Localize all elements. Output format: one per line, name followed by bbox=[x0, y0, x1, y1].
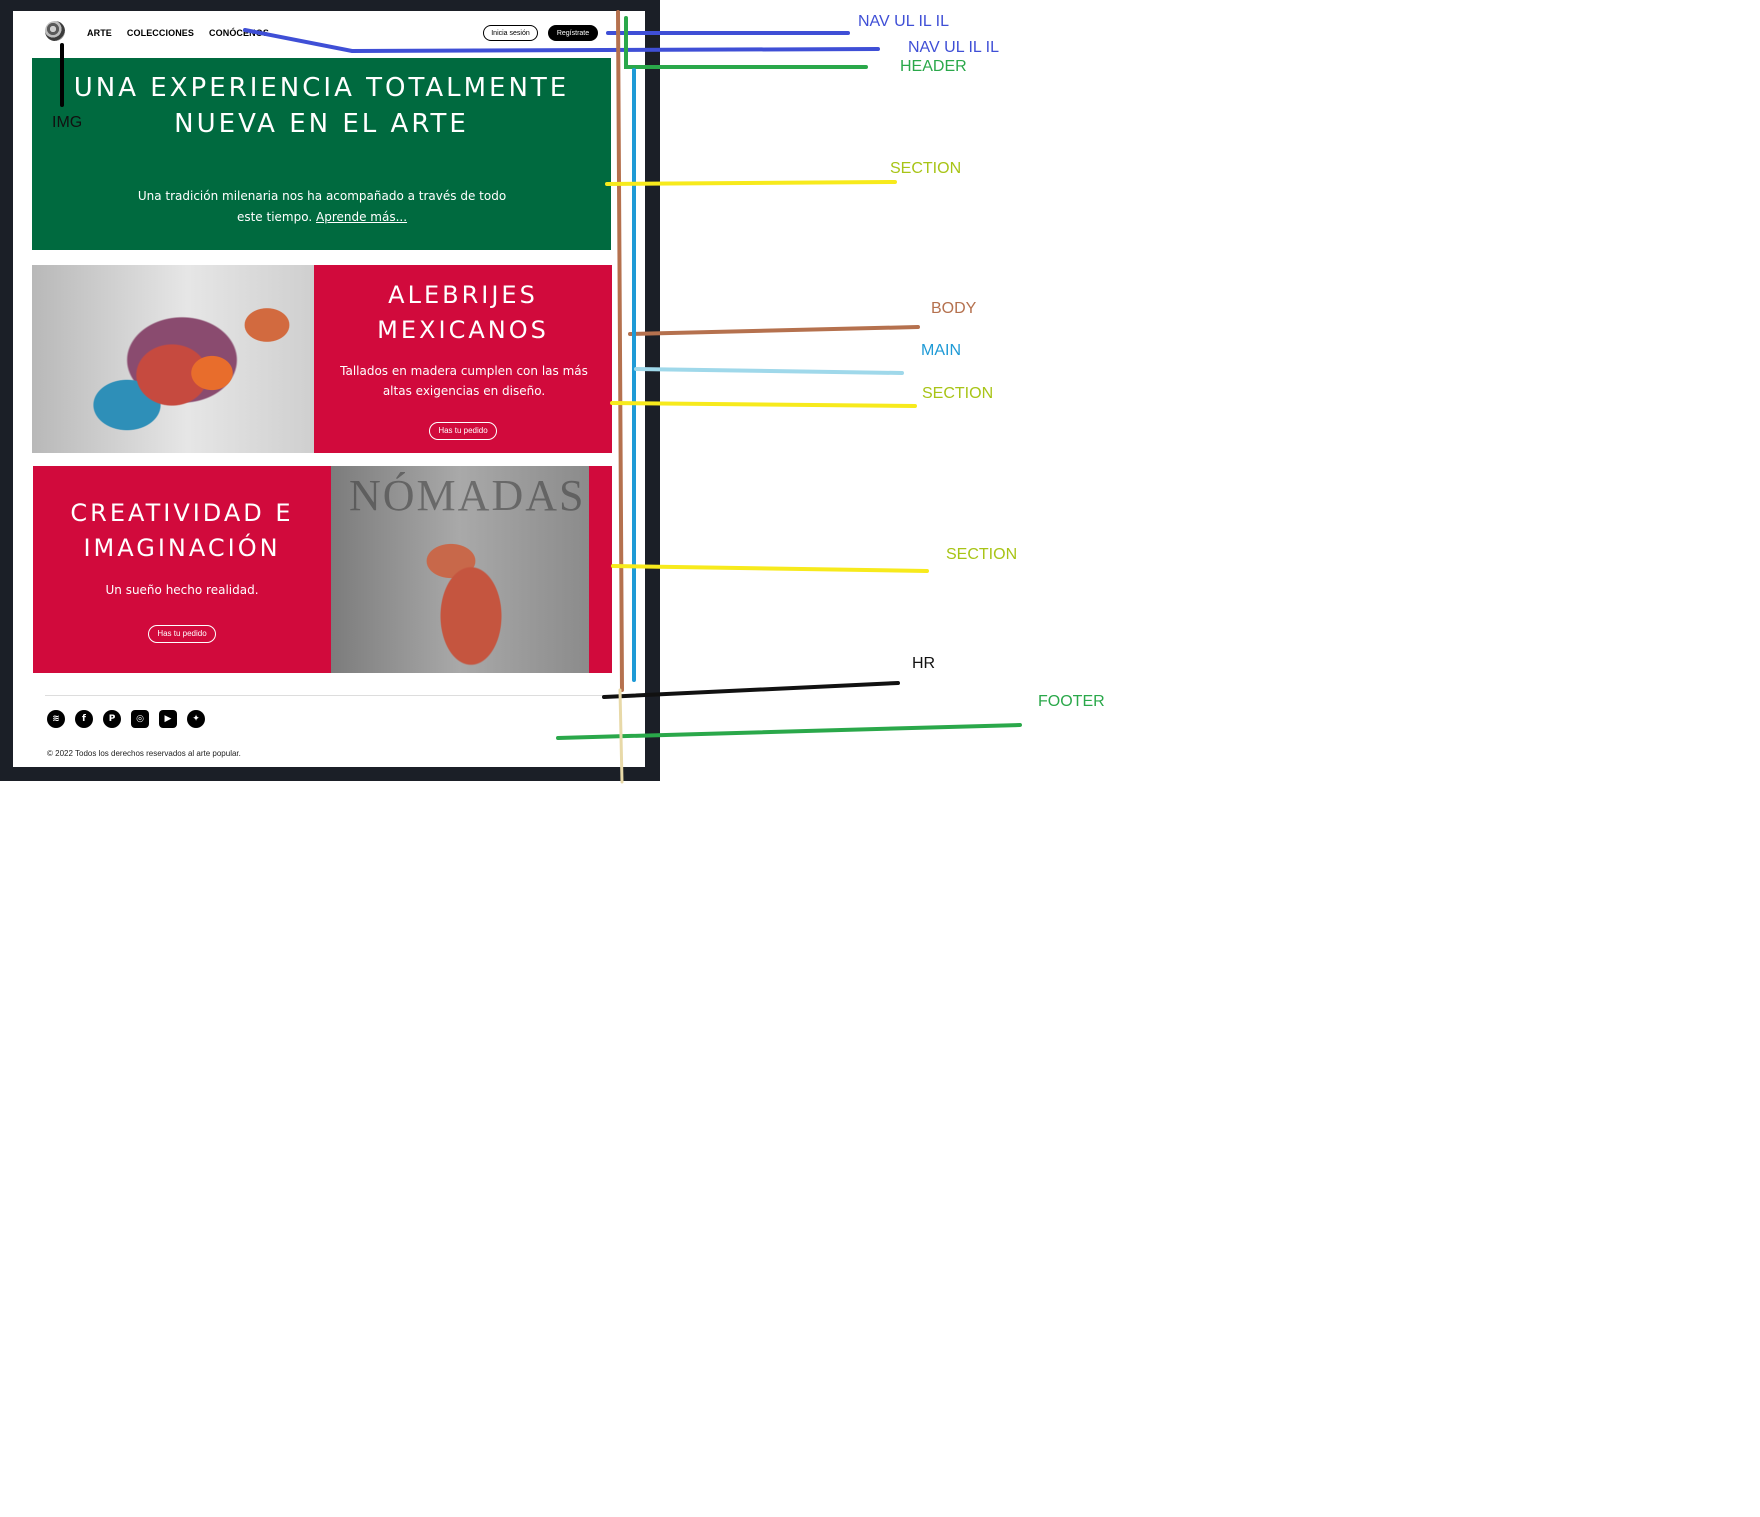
annotation-section-2: SECTION bbox=[922, 385, 994, 402]
section3-pointer-stroke bbox=[611, 564, 929, 573]
footer-vertical-stroke bbox=[618, 688, 624, 784]
hr-pointer-stroke bbox=[602, 681, 900, 699]
annotation-header: HEADER bbox=[900, 58, 967, 75]
main-pointer-stroke bbox=[634, 367, 904, 375]
annotation-nav-1: NAV UL IL IL bbox=[858, 13, 949, 30]
annotation-section-1: SECTION bbox=[890, 160, 962, 177]
section2-pointer-stroke bbox=[610, 401, 917, 408]
body-pointer-stroke bbox=[628, 325, 920, 336]
annotation-hr: HR bbox=[912, 655, 936, 672]
annotation-strokes bbox=[60, 10, 1022, 784]
footer-pointer-stroke bbox=[556, 723, 1022, 740]
header-pointer-stroke bbox=[624, 16, 868, 69]
section1-pointer-stroke bbox=[605, 180, 897, 186]
annotation-body: BODY bbox=[931, 300, 977, 317]
annotation-section-3: SECTION bbox=[946, 546, 1018, 563]
annotation-footer: FOOTER bbox=[1038, 693, 1105, 710]
body-vertical-stroke bbox=[616, 10, 624, 692]
annotation-nav-2: NAV UL IL IL bbox=[908, 39, 999, 56]
annotation-img: IMG bbox=[52, 114, 83, 131]
annotation-main: MAIN bbox=[921, 342, 961, 359]
